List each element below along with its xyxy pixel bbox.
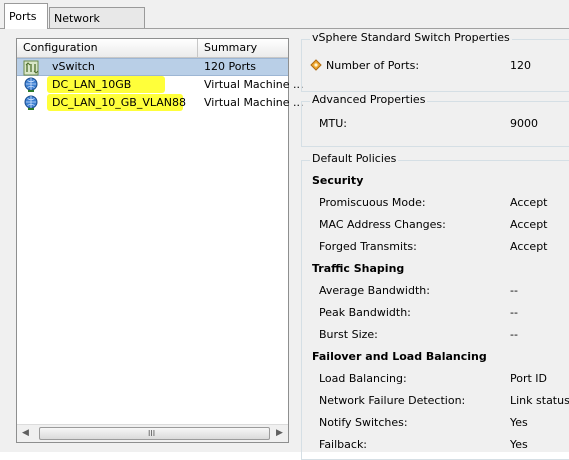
scrollbar-thumb[interactable]: III [39, 427, 270, 440]
vswitch-icon [23, 60, 39, 76]
failover-load-balancing-heading: Failover and Load Balancing [312, 350, 487, 363]
scroll-left-arrow-icon[interactable]: ◀ [22, 428, 29, 438]
port-group-icon [23, 77, 39, 93]
list-item-name: vSwitch [52, 60, 95, 73]
list-item-summary: 120 Ports [204, 60, 257, 73]
column-header-summary[interactable]: Summary [198, 39, 288, 57]
default-policies-group: Default Policies Security Promiscuous Mo… [301, 152, 569, 460]
list-header: Configuration Summary [17, 39, 288, 58]
horizontal-scrollbar[interactable]: ◀ III ▶ [17, 424, 288, 442]
average-bandwidth-value: -- [510, 284, 518, 297]
forged-transmits-label: Forged Transmits: [319, 240, 417, 253]
failback-value: Yes [510, 438, 528, 451]
switch-properties-group: vSphere Standard Switch Properties Numbe… [301, 31, 569, 92]
notify-switches-label: Notify Switches: [319, 416, 408, 429]
configuration-list: Configuration Summary vSwitch 120 Ports [16, 38, 303, 443]
mac-address-changes-label: MAC Address Changes: [319, 218, 446, 231]
default-policies-legend: Default Policies [310, 152, 399, 165]
list-item-summary: Virtual Machine ... [204, 78, 304, 91]
forged-transmits-value: Accept [510, 240, 548, 253]
column-header-configuration[interactable]: Configuration [17, 39, 198, 57]
peak-bandwidth-label: Peak Bandwidth: [319, 306, 411, 319]
burst-size-label: Burst Size: [319, 328, 378, 341]
security-heading: Security [312, 174, 364, 187]
average-bandwidth-label: Average Bandwidth: [319, 284, 430, 297]
list-row-dc-lan-10gb[interactable]: DC_LAN_10GB Virtual Machine ... [17, 76, 303, 94]
number-of-ports-value: 120 [510, 59, 531, 72]
list-item-name: DC_LAN_10GB [52, 78, 132, 91]
tab-strip: Ports Network Adapters [0, 0, 569, 46]
notify-switches-value: Yes [510, 416, 528, 429]
ports-tab-content: Configuration Summary vSwitch 120 Ports [0, 29, 569, 460]
burst-size-value: -- [510, 328, 518, 341]
list-row-vswitch[interactable]: vSwitch 120 Ports [17, 58, 288, 76]
mac-address-changes-value: Accept [510, 218, 548, 231]
mtu-value: 9000 [510, 117, 538, 130]
scrollbar-grip: III [148, 429, 156, 438]
switch-properties-legend: vSphere Standard Switch Properties [310, 31, 512, 44]
promiscuous-mode-value: Accept [510, 196, 548, 209]
port-group-icon [23, 95, 39, 111]
list-item-name: DC_LAN_10_GB_VLAN88 [52, 96, 187, 109]
scroll-right-arrow-icon[interactable]: ▶ [276, 428, 283, 438]
load-balancing-value: Port ID [510, 372, 548, 385]
number-of-ports-label: Number of Ports: [326, 59, 420, 72]
network-failure-detection-label: Network Failure Detection: [319, 394, 466, 407]
network-failure-detection-value: Link status o [510, 394, 569, 407]
tab-network-adapters[interactable]: Network Adapters [49, 7, 145, 46]
advanced-properties-legend: Advanced Properties [310, 93, 428, 106]
promiscuous-mode-label: Promiscuous Mode: [319, 196, 426, 209]
failback-label: Failback: [319, 438, 368, 451]
peak-bandwidth-value: -- [510, 306, 518, 319]
mtu-label: MTU: [319, 117, 347, 130]
ports-icon [310, 59, 322, 74]
list-item-summary: Virtual Machine ... [204, 96, 304, 109]
load-balancing-label: Load Balancing: [319, 372, 407, 385]
list-row-dc-lan-10-gb-vlan88[interactable]: DC_LAN_10_GB_VLAN88 Virtual Machine ... [17, 94, 303, 112]
advanced-properties-group: Advanced Properties MTU: 9000 [301, 93, 569, 147]
tab-ports[interactable]: Ports [4, 3, 48, 29]
traffic-shaping-heading: Traffic Shaping [312, 262, 405, 275]
